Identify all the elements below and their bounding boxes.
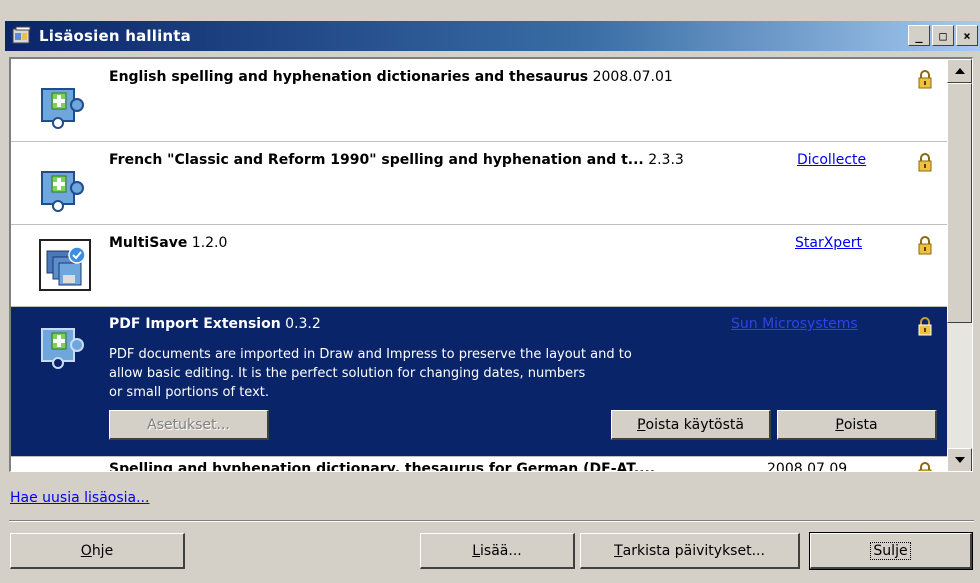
- multisave-icon: [39, 239, 91, 291]
- extension-description: PDF documents are imported in Draw and I…: [109, 345, 789, 402]
- extension-name: PDF Import Extension: [109, 316, 281, 332]
- remove-hotkey: P: [835, 416, 844, 433]
- puzzle-icon: [39, 321, 87, 369]
- publisher-link[interactable]: Sun Microsystems: [731, 316, 858, 332]
- extension-entry-selected[interactable]: PDF Import Extension 0.3.2 Sun Microsyst…: [11, 307, 947, 457]
- extension-version: 2008.07.09: [767, 461, 848, 472]
- extension-name: English spelling and hyphenation diction…: [109, 69, 589, 85]
- extension-version: 0.3.2: [285, 316, 321, 332]
- arrow-up-icon: [954, 68, 965, 74]
- description-line: allow basic editing. It is the perfect s…: [109, 366, 586, 381]
- arrow-down-icon: [954, 457, 965, 463]
- extension-title: Spelling and hyphenation dictionary, the…: [109, 461, 656, 472]
- extension-name: Spelling and hyphenation dictionary, the…: [109, 461, 656, 472]
- extension-name: French "Classic and Reform 1990" spellin…: [109, 152, 644, 168]
- scroll-down-button[interactable]: [947, 448, 972, 471]
- disable-label: oista käytöstä: [645, 416, 744, 433]
- get-more-extensions-link[interactable]: Hae uusia lisäosia...: [10, 490, 149, 506]
- extension-version: 2.3.3: [648, 152, 684, 168]
- extension-title: MultiSave 1.2.0: [109, 235, 227, 251]
- disable-button[interactable]: Poista käytöstä: [611, 410, 771, 440]
- lock-icon: [917, 316, 933, 336]
- help-button[interactable]: Ohje: [10, 533, 185, 569]
- extension-entry[interactable]: French "Classic and Reform 1990" spellin…: [11, 142, 947, 225]
- extension-name: MultiSave: [109, 235, 188, 251]
- extension-entry[interactable]: Spelling and hyphenation dictionary, the…: [11, 457, 947, 472]
- close-button[interactable]: Sulje: [809, 532, 973, 570]
- puzzle-icon: [39, 164, 87, 212]
- options-button[interactable]: Asetukset...: [109, 410, 269, 440]
- maximize-button[interactable]: □: [932, 25, 954, 46]
- help-label: hje: [91, 542, 114, 559]
- vertical-scrollbar[interactable]: [947, 59, 972, 471]
- description-line: PDF documents are imported in Draw and I…: [109, 347, 632, 362]
- add-label: isää...: [480, 542, 522, 559]
- close-label: Sulje: [870, 541, 911, 560]
- app-icon: [11, 25, 33, 47]
- minimize-button[interactable]: _: [908, 25, 930, 46]
- check-updates-label: arkista päivitykset...: [622, 542, 765, 559]
- extension-title: French "Classic and Reform 1990" spellin…: [109, 152, 684, 168]
- window-title: Lisäosien hallinta: [39, 27, 191, 45]
- extension-version: 1.2.0: [191, 235, 228, 251]
- description-line: or small portions of text.: [109, 385, 269, 400]
- lock-icon: [917, 152, 933, 172]
- lock-icon: [917, 235, 933, 255]
- extension-title: English spelling and hyphenation diction…: [109, 69, 673, 85]
- add-hotkey: L: [472, 542, 481, 559]
- scroll-thumb[interactable]: [947, 83, 972, 323]
- help-hotkey: O: [80, 542, 92, 559]
- extension-manager-window: Lisäosien hallinta _ □ × English spellin…: [0, 0, 980, 583]
- check-updates-hotkey: T: [614, 542, 623, 559]
- scroll-up-button[interactable]: [947, 59, 972, 83]
- extension-list[interactable]: English spelling and hyphenation diction…: [9, 57, 973, 472]
- puzzle-icon: [39, 81, 87, 129]
- lock-icon: [917, 461, 933, 471]
- extension-title: PDF Import Extension 0.3.2: [109, 316, 321, 332]
- extension-entry[interactable]: English spelling and hyphenation diction…: [11, 59, 947, 142]
- extension-entry[interactable]: MultiSave 1.2.0 StarXpert: [11, 225, 947, 307]
- separator: [9, 520, 974, 522]
- publisher-link[interactable]: Dicollecte: [797, 152, 866, 168]
- check-updates-button[interactable]: Tarkista päivitykset...: [580, 533, 800, 569]
- remove-button[interactable]: Poista: [777, 410, 937, 440]
- close-window-button[interactable]: ×: [956, 25, 978, 46]
- disable-hotkey: P: [637, 416, 646, 433]
- title-bar[interactable]: Lisäosien hallinta _ □ ×: [5, 21, 980, 51]
- publisher-link[interactable]: StarXpert: [795, 235, 862, 251]
- add-button[interactable]: Lisää...: [420, 533, 575, 569]
- lock-icon: [917, 69, 933, 89]
- remove-label: oista: [843, 416, 878, 433]
- extension-version: 2008.07.01: [592, 69, 673, 85]
